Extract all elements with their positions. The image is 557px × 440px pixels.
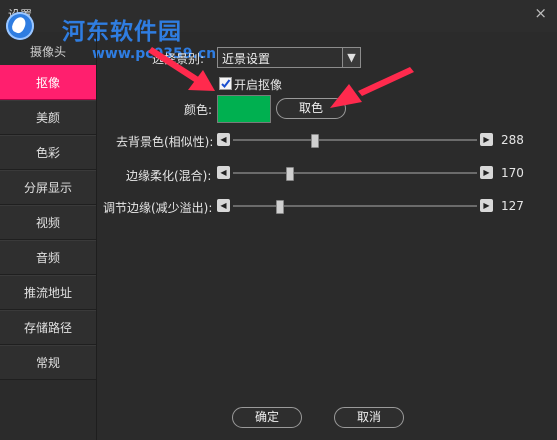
arrow-to-checkbox-icon bbox=[148, 47, 215, 91]
annotation-arrows bbox=[148, 47, 414, 108]
arrow-to-pick-color-icon bbox=[330, 67, 414, 108]
